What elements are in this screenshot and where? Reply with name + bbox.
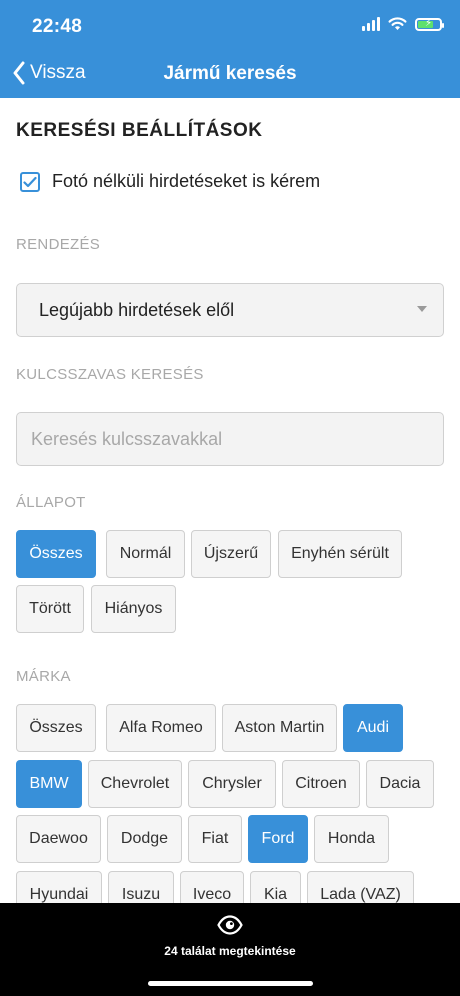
brand-chip[interactable]: Dacia (366, 760, 434, 808)
condition-chip[interactable]: Normál (106, 530, 185, 578)
condition-chip[interactable]: Újszerű (191, 530, 271, 578)
sort-label: RENDEZÉS (16, 236, 101, 253)
photo-checkbox-row[interactable]: Fotó nélküli hirdetéseket is kérem (20, 171, 320, 192)
photo-checkbox[interactable] (20, 171, 40, 192)
condition-chip[interactable]: Összes (16, 530, 96, 578)
brand-chip[interactable]: Összes (16, 704, 96, 752)
brand-chip[interactable]: Citroen (282, 760, 360, 808)
top-bar: 22:48 ⚡ Vissza Jármű keresés (0, 0, 460, 98)
view-results-bar[interactable]: 24 találat megtekintése (0, 903, 460, 996)
sort-select[interactable]: Legújabb hirdetések elől (16, 283, 444, 337)
navigation-bar: Vissza Jármű keresés (0, 52, 460, 98)
condition-chip[interactable]: Hiányos (91, 585, 176, 633)
brand-chip[interactable]: BMW (16, 760, 82, 808)
condition-chip[interactable]: Törött (16, 585, 84, 633)
brand-chip[interactable]: Audi (343, 704, 403, 752)
eye-icon (217, 915, 243, 935)
section-title: KERESÉSI BEÁLLÍTÁSOK (16, 120, 263, 141)
condition-label: ÁLLAPOT (16, 494, 86, 511)
dropdown-caret-icon (417, 306, 427, 312)
brand-chip[interactable]: Honda (314, 815, 389, 863)
brand-chip[interactable]: Fiat (188, 815, 242, 863)
brand-chip[interactable]: Chrysler (188, 760, 276, 808)
wifi-icon (388, 17, 407, 30)
battery-icon: ⚡ (415, 17, 444, 31)
cellular-signal-icon (362, 17, 380, 31)
brand-chip[interactable]: Chevrolet (88, 760, 182, 808)
status-time: 22:48 (32, 16, 83, 37)
keyword-label: KULCSSZAVAS KERESÉS (16, 366, 204, 383)
keyword-input[interactable] (17, 413, 443, 465)
condition-chip[interactable]: Enyhén sérült (278, 530, 402, 578)
brand-chip[interactable]: Aston Martin (222, 704, 337, 752)
status-icons: ⚡ (362, 17, 444, 31)
brand-chip[interactable]: Alfa Romeo (106, 704, 216, 752)
brand-label: MÁRKA (16, 668, 71, 685)
status-bar: 22:48 ⚡ (0, 0, 460, 52)
brand-chip[interactable]: Ford (248, 815, 308, 863)
home-indicator (148, 981, 313, 986)
page-title: Jármű keresés (163, 63, 297, 84)
sort-selected-value: Legújabb hirdetések elől (39, 300, 235, 320)
brand-chip[interactable]: Dodge (107, 815, 182, 863)
checkmark-icon (23, 176, 37, 187)
keyword-field (16, 412, 444, 466)
view-results-label: 24 találat megtekintése (164, 944, 296, 958)
brand-chip[interactable]: Daewoo (16, 815, 101, 863)
photo-checkbox-label: Fotó nélküli hirdetéseket is kérem (52, 171, 321, 191)
